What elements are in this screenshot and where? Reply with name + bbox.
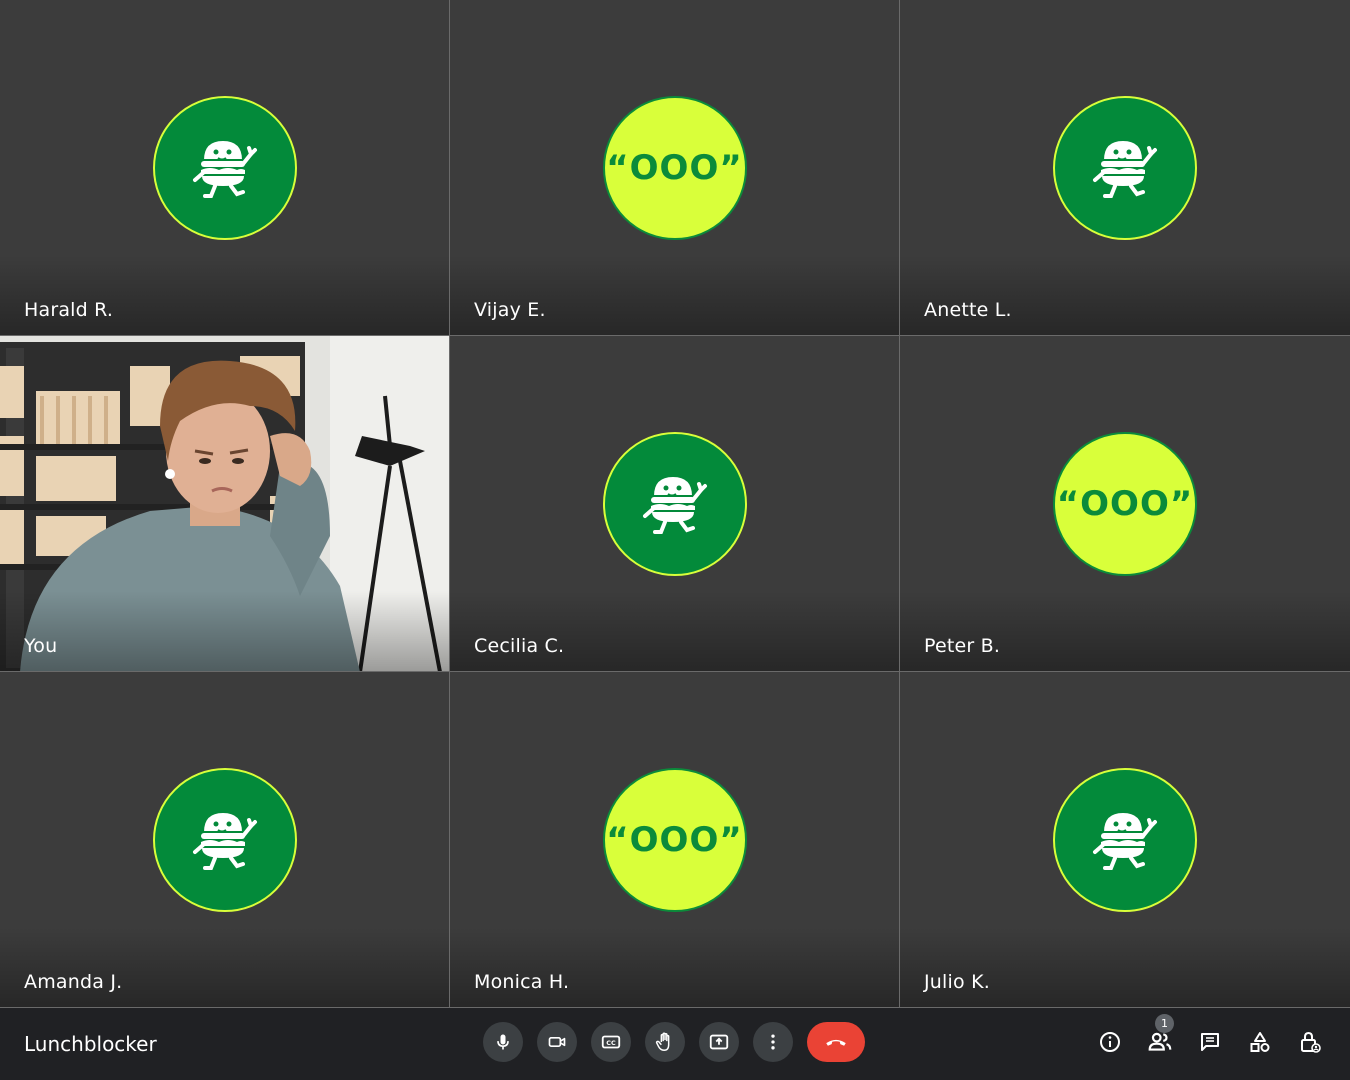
meeting-title: Lunchblocker [24, 1032, 157, 1056]
captions-icon: CC [601, 1035, 621, 1049]
camera-icon [548, 1037, 566, 1047]
ooo-avatar: “OOO” [1053, 431, 1197, 576]
participant-tile[interactable]: Julio K. [900, 672, 1350, 1008]
svg-text:CC: CC [606, 1039, 616, 1047]
raise-hand-icon [655, 1032, 670, 1051]
participant-name: Cecilia C. [474, 635, 565, 657]
self-view-tile[interactable]: You [0, 336, 450, 672]
participant-tile[interactable]: Cecilia C. [450, 336, 900, 672]
participant-name: Anette L. [924, 299, 1012, 321]
bottom-control-bar: Lunchblocker CC 1 [0, 1008, 1350, 1080]
people-icon [1148, 1032, 1172, 1051]
ooo-avatar: “OOO” [602, 767, 747, 912]
host-controls-icon [1301, 1031, 1321, 1053]
burger-mascot-icon [192, 810, 257, 870]
participant-name: Vijay E. [474, 299, 546, 321]
more-options-icon [771, 1034, 775, 1050]
end-call-icon [826, 1039, 846, 1046]
participant-tile[interactable]: “OOO” Peter B. [900, 336, 1350, 672]
host-controls-button[interactable] [1290, 1022, 1330, 1062]
burger-mascot-icon [642, 474, 707, 534]
present-screen-button[interactable] [699, 1022, 739, 1062]
participant-tile[interactable]: “OOO” Monica H. [450, 672, 900, 1008]
info-icon [1100, 1032, 1120, 1052]
microphone-icon [497, 1034, 509, 1050]
participant-name: Harald R. [24, 299, 114, 321]
microphone-button[interactable] [483, 1022, 523, 1062]
more-options-button[interactable] [753, 1022, 793, 1062]
participant-name: Monica H. [474, 971, 570, 993]
people-button[interactable]: 1 [1140, 1014, 1180, 1062]
participant-tile[interactable]: Anette L. [900, 0, 1350, 336]
end-call-button[interactable] [807, 1022, 865, 1062]
burger-mascot-icon [192, 138, 257, 198]
participant-tile[interactable]: “OOO” Vijay E. [450, 0, 900, 336]
activities-button[interactable] [1240, 1022, 1280, 1062]
burger-mascot-icon [1093, 138, 1157, 198]
chat-button[interactable] [1190, 1022, 1230, 1062]
burger-mascot-avatar [152, 767, 297, 912]
ooo-avatar: “OOO” [602, 95, 747, 240]
present-screen-icon [709, 1034, 729, 1050]
participant-grid: Harald R. “OOO” Vijay E. Anette L. You C… [0, 0, 1350, 1008]
participant-tile[interactable]: Amanda J. [0, 672, 450, 1008]
people-count-badge: 1 [1155, 1014, 1174, 1033]
camera-button[interactable] [537, 1022, 577, 1062]
participant-name: Peter B. [924, 635, 1001, 657]
burger-mascot-avatar [1053, 95, 1197, 240]
meeting-tools: 1 [1090, 1014, 1330, 1062]
activities-icon [1250, 1032, 1270, 1052]
participant-tile[interactable]: Harald R. [0, 0, 450, 336]
participant-name: You [24, 635, 58, 657]
burger-mascot-avatar [152, 95, 297, 240]
meeting-details-button[interactable] [1090, 1022, 1130, 1062]
participant-name: Julio K. [924, 971, 990, 993]
ooo-avatar-text: “OOO” [606, 819, 743, 860]
ooo-avatar-text: “OOO” [1056, 483, 1194, 524]
participant-name: Amanda J. [24, 971, 123, 993]
captions-button[interactable]: CC [591, 1022, 631, 1062]
self-camera-video [0, 336, 449, 671]
burger-mascot-avatar [1053, 767, 1197, 912]
burger-mascot-icon [1093, 810, 1157, 870]
chat-icon [1201, 1033, 1219, 1051]
raise-hand-button[interactable] [645, 1022, 685, 1062]
burger-mascot-avatar [602, 431, 747, 576]
call-controls: CC [483, 1022, 865, 1062]
ooo-avatar-text: “OOO” [606, 147, 743, 188]
